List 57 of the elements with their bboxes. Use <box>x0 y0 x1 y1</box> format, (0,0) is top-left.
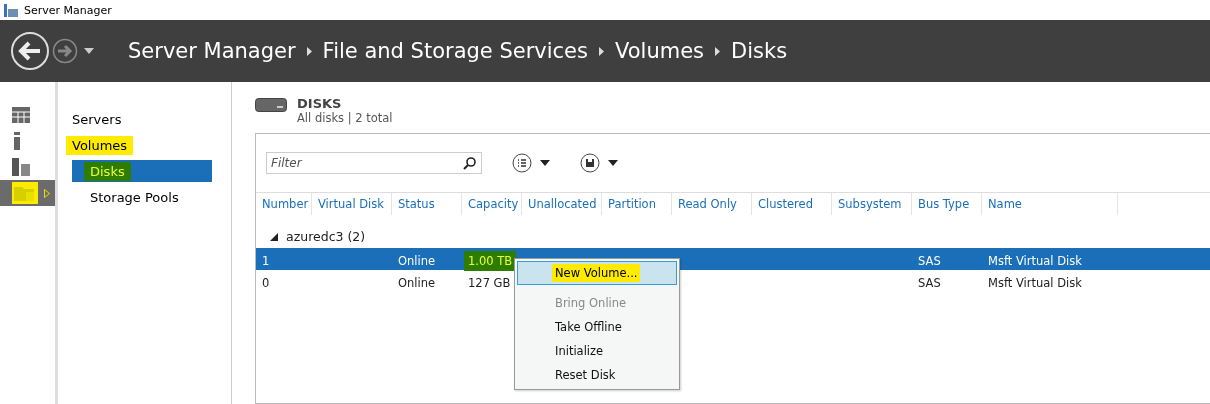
menu-item[interactable]: Initialize <box>552 342 607 360</box>
column-header[interactable]: Name <box>982 193 1118 215</box>
breadcrumb-item[interactable]: Disks <box>731 39 788 63</box>
menu-item[interactable]: Reset Disk <box>552 366 619 384</box>
window-title: Server Manager <box>24 3 112 17</box>
table-cell-text: Msft Virtual Disk <box>987 274 1083 292</box>
table-cell-text: Online <box>397 252 437 270</box>
back-icon[interactable] <box>10 31 50 71</box>
table-cell-text: 1 <box>261 252 271 270</box>
section-subtitle: All disks | 2 total <box>297 111 393 125</box>
table-cell: 1.00 TB <box>464 250 517 271</box>
breadcrumb-item[interactable]: File and Storage Services <box>322 39 588 63</box>
separator-icon <box>306 46 312 56</box>
caret-icon <box>608 160 618 166</box>
expand-icon[interactable] <box>44 188 50 198</box>
save-options-button[interactable] <box>580 153 618 173</box>
collapse-icon[interactable] <box>270 232 278 241</box>
table-cell-text: 127 GB <box>467 274 512 292</box>
column-header[interactable]: Subsystem <box>832 193 912 215</box>
table-cell-text: Online <box>397 274 437 292</box>
column-header[interactable]: Clustered <box>752 193 832 215</box>
column-header[interactable]: Unallocated <box>522 193 602 215</box>
caret-icon <box>540 160 550 166</box>
column-header[interactable]: Partition <box>602 193 672 215</box>
table-cell-text: SAS <box>917 274 942 292</box>
breadcrumb-item[interactable]: Volumes <box>615 39 705 63</box>
table-cell-text: 0 <box>261 274 271 292</box>
separator-icon <box>599 46 604 56</box>
search-icon[interactable] <box>463 157 476 170</box>
section-title: DISKS <box>297 96 343 111</box>
app-icon <box>4 3 18 17</box>
dropdown-icon[interactable] <box>84 48 94 54</box>
list-icon <box>512 153 532 173</box>
column-header[interactable]: Read Only <box>672 193 752 215</box>
servers-icon[interactable] <box>12 158 30 176</box>
forward-icon[interactable] <box>52 38 78 64</box>
column-header[interactable]: Bus Type <box>912 193 982 215</box>
server-icon[interactable] <box>12 132 22 150</box>
nav-item[interactable]: Storage Pools <box>84 187 185 207</box>
column-header[interactable]: Virtual Disk <box>312 193 392 215</box>
menu-item[interactable]: Take Offline <box>552 318 625 336</box>
save-icon <box>580 153 600 173</box>
table-icon[interactable] <box>12 107 30 123</box>
nav-item[interactable]: Disks <box>84 161 131 181</box>
column-header[interactable]: Status <box>392 193 462 215</box>
filter-field[interactable]: Filter <box>266 152 482 174</box>
list-options-button[interactable] <box>512 153 550 173</box>
table-cell-text: Msft Virtual Disk <box>987 252 1083 270</box>
table-cell-text: SAS <box>917 252 942 270</box>
nav-item[interactable]: Servers <box>66 109 128 129</box>
group-label: azuredc3 (2) <box>286 229 366 244</box>
column-header[interactable]: Capacity <box>462 193 522 215</box>
breadcrumb-item[interactable]: Server Manager <box>128 39 296 63</box>
menu-item[interactable]: New Volume... <box>552 264 641 282</box>
column-header[interactable]: Number <box>256 193 312 215</box>
nav-item[interactable]: Volumes <box>66 135 134 155</box>
separator-icon <box>715 46 721 56</box>
